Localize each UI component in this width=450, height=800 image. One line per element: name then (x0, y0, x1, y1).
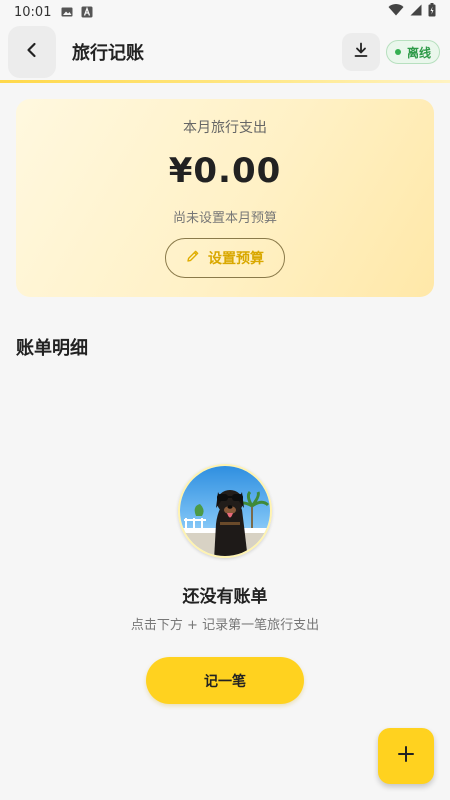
budget-summary-card: 本月旅行支出 ¥0.00 尚未设置本月预算 设置预算 (16, 99, 434, 297)
add-expense-fab[interactable] (378, 728, 434, 784)
download-button[interactable] (341, 33, 380, 71)
header-actions: 离线 (341, 33, 440, 71)
status-icons-right (388, 3, 436, 21)
wifi-icon (388, 4, 404, 20)
set-budget-button[interactable]: 设置预算 (165, 238, 285, 278)
dog-avatar-illustration (178, 464, 272, 558)
monthly-expense-label: 本月旅行支出 (183, 120, 267, 136)
empty-state-subtitle: 点击下方 + 记录第一笔旅行支出 (130, 618, 320, 633)
download-icon (353, 42, 369, 62)
status-bar: 10:01 (0, 0, 450, 24)
header-divider (0, 80, 450, 83)
set-budget-label: 设置预算 (208, 251, 264, 267)
plus-icon (397, 745, 415, 767)
a-icon (81, 6, 93, 18)
status-time: 10:01 (14, 4, 52, 20)
signal-icon (410, 4, 422, 20)
monthly-expense-amount: ¥0.00 (168, 151, 282, 191)
image-icon (61, 6, 73, 18)
offline-label: 离线 (406, 45, 431, 60)
pencil-icon (186, 249, 200, 267)
back-button[interactable] (8, 26, 56, 78)
page-title: 旅行记账 (72, 43, 144, 64)
empty-state-title: 还没有账单 (182, 587, 268, 607)
screen: 10:01 旅行记账 离线 本月旅行支出 ¥0.00 尚未设置本月预算 设置预算… (0, 0, 450, 800)
status-dot-icon (394, 49, 401, 55)
app-header: 旅行记账 离线 (0, 24, 450, 80)
offline-status-badge: 离线 (385, 40, 440, 64)
bill-details-heading: 账单明细 (16, 338, 88, 359)
budget-status-text: 尚未设置本月预算 (172, 211, 277, 226)
chevron-left-icon (23, 41, 41, 63)
add-record-button[interactable]: 记一笔 (146, 657, 304, 704)
battery-icon (428, 3, 436, 21)
